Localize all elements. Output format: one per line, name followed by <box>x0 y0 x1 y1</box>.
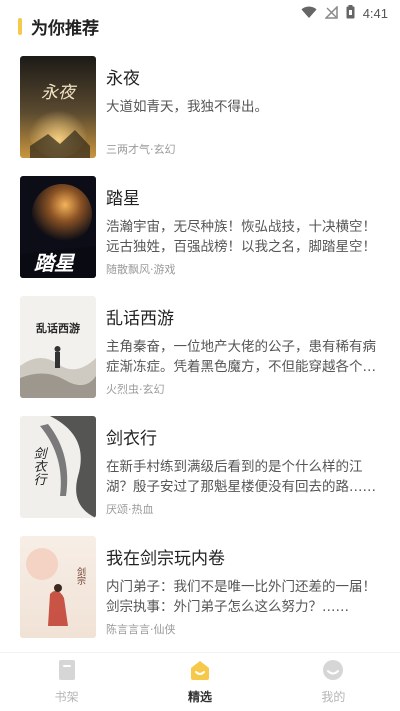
featured-icon <box>188 659 212 685</box>
book-item-taxing[interactable]: 踏星 踏星 浩瀚宇宙，无尽种族！恢弘战技，十决横空！远古独姓，百强战榜！以我之名… <box>0 176 400 296</box>
book-description: 在新手村练到满级后看到的是个什么样的江湖？殷子安过了那魁星楼便没有回去的路…… <box>106 459 376 495</box>
bottom-nav: 书架 精选 我的 <box>0 652 400 711</box>
book-item-jianyixing[interactable]: 剑衣行 剑衣行 在新手村练到满级后看到的是个什么样的江湖？殷子安过了那魁星楼便没… <box>0 416 400 536</box>
book-title[interactable]: 剑衣行 <box>106 424 157 449</box>
book-meta: 火烈虫·玄幻 <box>106 383 165 396</box>
book-cover[interactable]: 永夜 <box>20 56 96 158</box>
book-item-yongye[interactable]: 永夜 永夜 大道如青天，我独不得出。 三两才气·玄幻 <box>0 56 400 176</box>
book-cover[interactable]: 剑衣行 <box>20 416 96 518</box>
book-cover[interactable]: 剑宗 <box>20 536 96 638</box>
svg-text:踏星: 踏星 <box>34 251 76 275</box>
book-item-jianzong[interactable]: 剑宗 我在剑宗玩内卷 内门弟子：我们不是唯一比外门还差的一届！剑宗执事：外门弟子… <box>0 536 400 656</box>
wifi-icon <box>301 4 317 23</box>
book-title[interactable]: 踏星 <box>106 184 140 209</box>
section-accent-bar <box>18 18 22 35</box>
tab-bookshelf-label: 书架 <box>54 690 79 704</box>
book-description: 主角秦奋，一位地产大佬的公子，患有稀有病症渐冻症。凭着黑色魔方，不但能穿越各个时… <box>106 339 376 375</box>
book-description: 大道如青天，我独不得出。 <box>106 99 268 115</box>
tab-bookshelf[interactable]: 书架 <box>0 653 133 711</box>
tab-featured[interactable]: 精选 <box>133 653 266 711</box>
svg-text:永夜: 永夜 <box>41 83 78 103</box>
svg-text:剑衣行: 剑衣行 <box>31 446 46 486</box>
book-meta: 厌颂·热血 <box>106 503 154 516</box>
book-title[interactable]: 乱话西游 <box>106 304 174 329</box>
section-header: 为你推荐 <box>18 14 99 39</box>
book-meta: 陈言言言·仙侠 <box>106 623 176 636</box>
book-cover[interactable]: 乱话西游 <box>20 296 96 398</box>
book-meta: 随散飘风·游戏 <box>106 263 176 276</box>
book-meta: 三两才气·玄幻 <box>106 143 176 156</box>
book-cover[interactable]: 踏星 <box>20 176 96 278</box>
tab-featured-label: 精选 <box>187 690 212 704</box>
book-description: 内门弟子：我们不是唯一比外门还差的一届！剑宗执事：外门弟子怎么这么努力？…… <box>106 579 376 615</box>
profile-icon <box>322 659 344 685</box>
battery-icon <box>346 4 355 23</box>
book-item-luanhua[interactable]: 乱话西游 乱话西游 主角秦奋，一位地产大佬的公子，患有稀有病症渐冻症。凭着黑色魔… <box>0 296 400 416</box>
svg-text:剑宗: 剑宗 <box>75 566 86 585</box>
section-title: 为你推荐 <box>31 19 99 39</box>
bookshelf-icon <box>57 659 77 685</box>
status-time: 4:41 <box>362 6 388 21</box>
status-icons: 4:41 <box>301 4 388 23</box>
book-title[interactable]: 我在剑宗玩内卷 <box>106 544 225 569</box>
book-description: 浩瀚宇宙，无尽种族！恢弘战技，十决横空！远古独姓，百强战榜！以我之名，脚踏星空！ <box>106 219 376 255</box>
book-title[interactable]: 永夜 <box>106 64 140 89</box>
signal-off-icon <box>323 4 338 23</box>
tab-mine[interactable]: 我的 <box>267 653 400 711</box>
svg-text:乱话西游: 乱话西游 <box>36 321 80 335</box>
book-list: 永夜 永夜 大道如青天，我独不得出。 三两才气·玄幻 踏星 踏星 浩瀚宇宙，无尽… <box>0 56 400 656</box>
tab-mine-label: 我的 <box>321 690 346 704</box>
